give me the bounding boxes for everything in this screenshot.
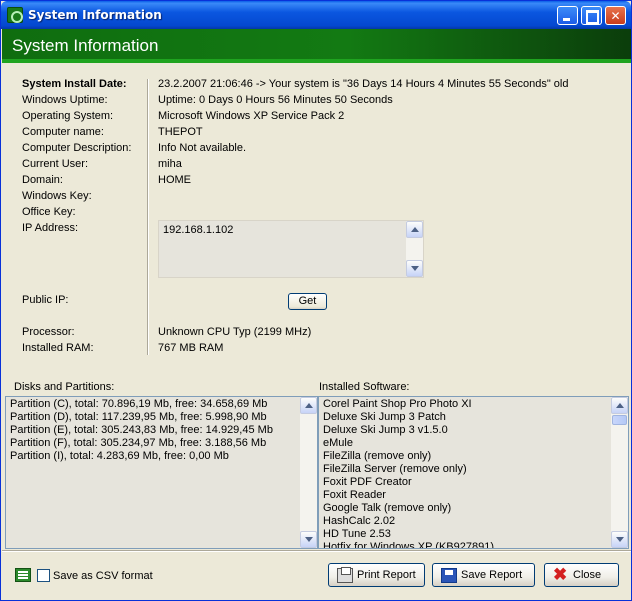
save-report-label: Save Report xyxy=(461,569,523,581)
scroll-up-arrow-icon[interactable] xyxy=(300,397,317,414)
disks-list[interactable]: Partition (C), total: 70.896,19 Mb, free… xyxy=(5,396,318,549)
banner-title: System Information xyxy=(12,36,159,55)
list-item[interactable]: eMule xyxy=(323,437,494,450)
install-date-label: System Install Date: xyxy=(22,78,127,90)
system-information-window: System Information ✕ System Information … xyxy=(0,0,632,601)
list-item[interactable]: Google Talk (remove only) xyxy=(323,502,494,515)
minimize-button[interactable] xyxy=(557,6,578,25)
windows-key-label: Windows Key: xyxy=(22,190,92,202)
print-report-label: Print Report xyxy=(357,569,416,581)
disks-section-label: Disks and Partitions: xyxy=(14,381,115,393)
list-item[interactable]: Partition (I), total: 4.283,69 Mb, free:… xyxy=(10,450,273,463)
public-ip-label: Public IP: xyxy=(22,294,69,306)
office-key-label: Office Key: xyxy=(22,206,76,218)
save-report-button[interactable]: Save Report xyxy=(432,563,535,587)
ip-address-label: IP Address: xyxy=(22,222,79,234)
list-item[interactable]: FileZilla Server (remove only) xyxy=(323,463,494,476)
list-item[interactable]: Deluxe Ski Jump 3 Patch xyxy=(323,411,494,424)
scroll-down-arrow-icon[interactable] xyxy=(406,260,423,277)
ip-address-value: 192.168.1.102 xyxy=(163,224,234,236)
list-item[interactable]: Hotfix for Windows XP (KB927891) xyxy=(323,541,494,548)
current-user-value: miha xyxy=(158,158,182,170)
close-button[interactable]: ✖ Close xyxy=(544,563,619,587)
uptime-value: Uptime: 0 Days 0 Hours 56 Minutes 50 Sec… xyxy=(158,94,393,106)
processor-value: Unknown CPU Typ (2199 MHz) xyxy=(158,326,312,338)
print-report-button[interactable]: Print Report xyxy=(328,563,425,587)
disks-scrollbar[interactable] xyxy=(300,397,317,548)
list-item[interactable]: HashCalc 2.02 xyxy=(323,515,494,528)
computer-description-label: Computer Description: xyxy=(22,142,132,154)
list-item[interactable]: Foxit PDF Creator xyxy=(323,476,494,489)
scroll-down-arrow-icon[interactable] xyxy=(300,531,317,548)
maximize-button[interactable] xyxy=(581,6,602,25)
installed-ram-value: 767 MB RAM xyxy=(158,342,224,354)
close-icon: ✖ xyxy=(553,565,568,584)
title-bar[interactable]: System Information ✕ xyxy=(1,1,631,29)
get-public-ip-button[interactable]: Get xyxy=(288,293,327,310)
spreadsheet-icon xyxy=(15,568,31,582)
list-item[interactable]: Foxit Reader xyxy=(323,489,494,502)
window-title: System Information xyxy=(28,8,162,22)
domain-label: Domain: xyxy=(22,174,63,186)
computer-name-label: Computer name: xyxy=(22,126,104,138)
computer-description-value: Info Not available. xyxy=(158,142,247,154)
list-item[interactable]: Partition (C), total: 70.896,19 Mb, free… xyxy=(10,398,273,411)
close-x-icon: ✕ xyxy=(610,9,621,23)
scroll-up-arrow-icon[interactable] xyxy=(406,221,423,238)
scroll-up-arrow-icon[interactable] xyxy=(611,397,628,414)
computer-name-value: THEPOT xyxy=(158,126,203,138)
software-section-label: Installed Software: xyxy=(319,381,410,393)
close-window-button[interactable]: ✕ xyxy=(605,6,626,25)
scroll-down-arrow-icon[interactable] xyxy=(611,531,628,548)
app-icon xyxy=(7,7,23,23)
processor-label: Processor: xyxy=(22,326,75,338)
scroll-thumb[interactable] xyxy=(612,415,627,425)
close-label: Close xyxy=(573,569,602,581)
footer-divider xyxy=(2,550,631,552)
uptime-label: Windows Uptime: xyxy=(22,94,108,106)
list-item[interactable]: Partition (E), total: 305.243,83 Mb, fre… xyxy=(10,424,273,437)
os-value: Microsoft Windows XP Service Pack 2 xyxy=(158,110,345,122)
list-item[interactable]: FileZilla (remove only) xyxy=(323,450,494,463)
os-label: Operating System: xyxy=(22,110,114,122)
software-scrollbar[interactable] xyxy=(611,397,628,548)
list-item[interactable]: HD Tune 2.53 xyxy=(323,528,494,541)
software-list[interactable]: Corel Paint Shop Pro Photo XI Deluxe Ski… xyxy=(318,396,629,549)
label-separator xyxy=(147,79,149,355)
domain-value: HOME xyxy=(158,174,191,186)
printer-icon xyxy=(337,567,353,583)
list-item[interactable]: Partition (D), total: 117.239,95 Mb, fre… xyxy=(10,411,273,424)
save-as-csv-checkbox[interactable] xyxy=(37,569,50,582)
ip-address-box[interactable]: 192.168.1.102 xyxy=(158,220,424,278)
header-banner: System Information xyxy=(2,29,631,63)
list-item[interactable]: Corel Paint Shop Pro Photo XI xyxy=(323,398,494,411)
current-user-label: Current User: xyxy=(22,158,89,170)
floppy-disk-icon xyxy=(441,568,457,583)
list-item[interactable]: Deluxe Ski Jump 3 v1.5.0 xyxy=(323,424,494,437)
list-item[interactable]: Partition (F), total: 305.234,97 Mb, fre… xyxy=(10,437,273,450)
save-as-csv-label[interactable]: Save as CSV format xyxy=(53,570,153,582)
installed-ram-label: Installed RAM: xyxy=(22,342,94,354)
install-date-value: 23.2.2007 21:06:46 -> Your system is "36… xyxy=(158,78,569,90)
ip-scrollbar[interactable] xyxy=(406,221,423,277)
